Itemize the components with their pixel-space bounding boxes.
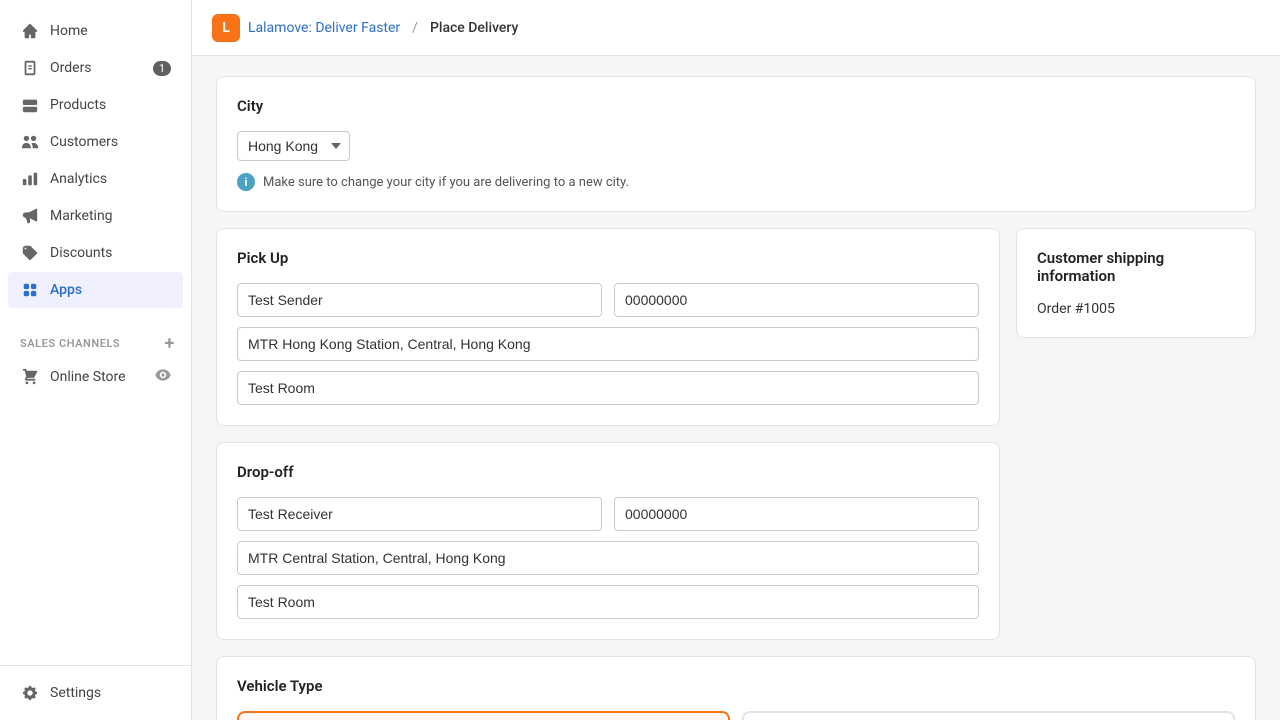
pickup-address-input[interactable]	[237, 327, 979, 361]
products-icon	[20, 95, 40, 115]
sidebar-item-orders[interactable]: Orders 1	[8, 50, 183, 86]
sales-channels-header: SALES CHANNELS +	[0, 317, 191, 358]
online-store-actions	[155, 367, 171, 387]
sidebar-item-apps[interactable]: Apps	[8, 272, 183, 308]
pickup-phone-wrapper	[614, 283, 979, 317]
store-icon	[20, 367, 40, 387]
sidebar-item-label: Home	[50, 23, 171, 39]
add-sales-channel-button[interactable]: +	[161, 333, 179, 354]
sidebar-item-online-store[interactable]: Online Store	[8, 359, 183, 395]
dropoff-receiver-wrapper	[237, 497, 602, 531]
dropoff-receiver-input[interactable]	[237, 497, 602, 531]
info-icon: i	[237, 173, 255, 191]
page-content: City Hong Kong Shenzhen Guangzhou Shangh…	[192, 56, 1280, 720]
pickup-address-row	[237, 327, 979, 361]
city-card: City Hong Kong Shenzhen Guangzhou Shangh…	[216, 76, 1256, 212]
pickup-customer-row: Pick Up	[216, 228, 1256, 426]
order-ref: Order #1005	[1037, 301, 1235, 317]
app-icon: L	[212, 14, 240, 42]
eye-icon[interactable]	[155, 367, 171, 387]
sidebar-item-label: Discounts	[50, 245, 171, 261]
vehicle-card-courier[interactable]: Courier Perfect for small goods, with a …	[742, 711, 1235, 720]
orders-icon	[20, 58, 40, 78]
sidebar-item-label: Apps	[50, 282, 171, 298]
customer-info-card: Customer shipping information Order #100…	[1016, 228, 1256, 338]
breadcrumb-app-link[interactable]: Lalamove: Deliver Faster	[248, 20, 400, 36]
settings-label: Settings	[50, 685, 171, 701]
sidebar-item-settings[interactable]: Settings	[8, 675, 183, 711]
apps-icon	[20, 280, 40, 300]
city-select[interactable]: Hong Kong Shenzhen Guangzhou Shanghai Be…	[237, 131, 350, 161]
sidebar-item-label: Marketing	[50, 208, 171, 224]
sidebar-item-label: Orders	[50, 60, 153, 76]
dropoff-row: Drop-off	[216, 442, 1256, 640]
pickup-column: Pick Up	[216, 228, 1000, 426]
sidebar-item-home[interactable]: Home	[8, 13, 183, 49]
sidebar-item-label: Analytics	[50, 171, 171, 187]
city-info-row: i Make sure to change your city if you a…	[237, 173, 1235, 191]
vehicle-grid: Van Ideal for Multi-item delivery, inclu…	[237, 711, 1235, 720]
customers-icon	[20, 132, 40, 152]
dropoff-address-row	[237, 541, 979, 575]
sidebar-item-customers[interactable]: Customers	[8, 124, 183, 160]
pickup-room-row	[237, 371, 979, 405]
dropoff-side-spacer	[1016, 442, 1256, 640]
dropoff-phone-wrapper	[614, 497, 979, 531]
pickup-card: Pick Up	[216, 228, 1000, 426]
sidebar-item-products[interactable]: Products	[8, 87, 183, 123]
sidebar-item-label: Customers	[50, 134, 171, 150]
pickup-sender-input[interactable]	[237, 283, 602, 317]
dropoff-card: Drop-off	[216, 442, 1000, 640]
orders-badge: 1	[153, 61, 171, 76]
marketing-icon	[20, 206, 40, 226]
discounts-icon	[20, 243, 40, 263]
home-icon	[20, 21, 40, 41]
vehicle-card-van[interactable]: Van Ideal for Multi-item delivery, inclu…	[237, 711, 730, 720]
online-store-label: Online Store	[50, 369, 155, 385]
main-content: L Lalamove: Deliver Faster / Place Deliv…	[192, 0, 1280, 720]
pickup-title: Pick Up	[237, 249, 979, 267]
dropoff-phone-input[interactable]	[614, 497, 979, 531]
sidebar-item-marketing[interactable]: Marketing	[8, 198, 183, 234]
vehicle-type-title: Vehicle Type	[237, 677, 1235, 695]
breadcrumb-page-title: Place Delivery	[430, 20, 518, 36]
dropoff-room-input[interactable]	[237, 585, 979, 619]
city-info-message: Make sure to change your city if you are…	[263, 175, 629, 190]
dropoff-name-phone-row	[237, 497, 979, 531]
settings-icon	[20, 683, 40, 703]
sidebar-item-label: Products	[50, 97, 171, 113]
dropoff-title: Drop-off	[237, 463, 979, 481]
analytics-icon	[20, 169, 40, 189]
city-section-title: City	[237, 97, 1235, 115]
sidebar: Home Orders 1 Products Customers Analy	[0, 0, 192, 720]
pickup-name-phone-row	[237, 283, 979, 317]
pickup-room-input[interactable]	[237, 371, 979, 405]
sidebar-item-discounts[interactable]: Discounts	[8, 235, 183, 271]
topbar: L Lalamove: Deliver Faster / Place Deliv…	[192, 0, 1280, 56]
dropoff-column: Drop-off	[216, 442, 1000, 640]
breadcrumb-separator: /	[412, 20, 418, 36]
sidebar-item-analytics[interactable]: Analytics	[8, 161, 183, 197]
sidebar-settings-section: Settings	[0, 665, 191, 720]
customer-info-title: Customer shipping information	[1037, 249, 1235, 285]
pickup-sender-wrapper	[237, 283, 602, 317]
pickup-phone-input[interactable]	[614, 283, 979, 317]
dropoff-address-input[interactable]	[237, 541, 979, 575]
vehicle-type-card: Vehicle Type	[216, 656, 1256, 720]
dropoff-room-row	[237, 585, 979, 619]
customer-info-column: Customer shipping information Order #100…	[1016, 228, 1256, 426]
